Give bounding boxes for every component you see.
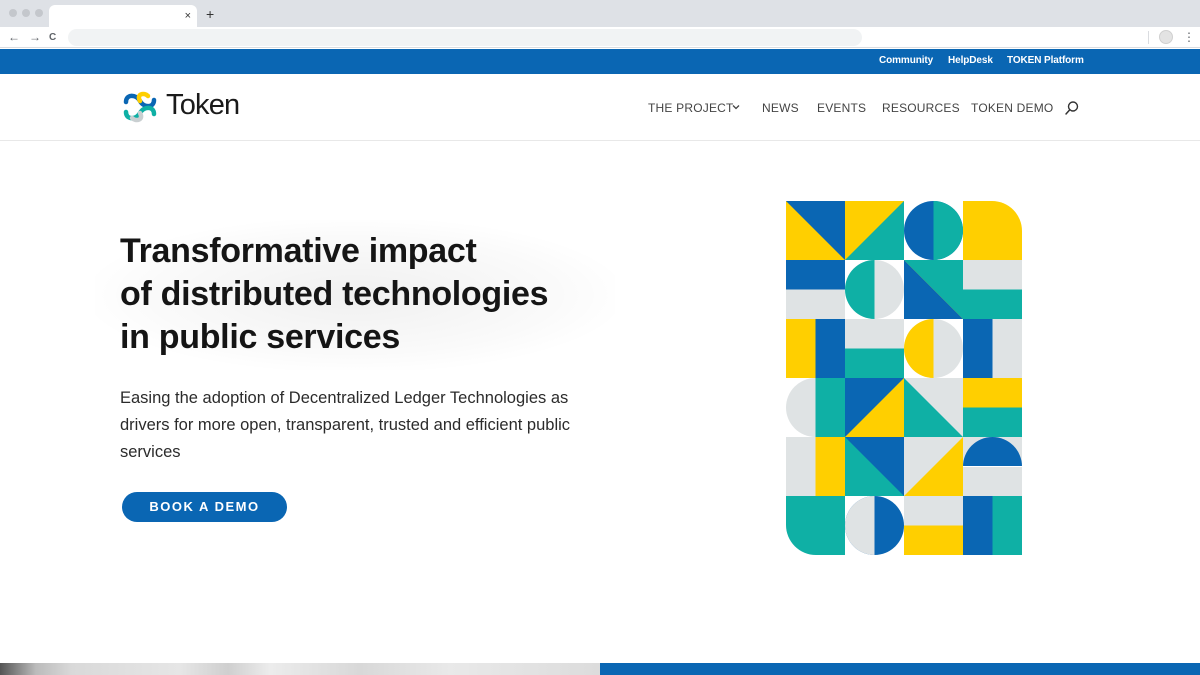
geometric-mosaic-illustration xyxy=(786,201,1022,555)
window-maximize-dot[interactable] xyxy=(35,9,43,17)
browser-tab[interactable]: × xyxy=(49,5,197,27)
reload-icon[interactable]: C xyxy=(49,31,56,45)
window-minimize-dot[interactable] xyxy=(22,9,30,17)
nav-the-project[interactable]: THE PROJECT xyxy=(648,101,734,115)
nav-resources[interactable]: RESOURCES xyxy=(882,101,960,115)
nav-news[interactable]: NEWS xyxy=(762,101,799,115)
nav-token-demo[interactable]: TOKEN DEMO xyxy=(971,101,1053,115)
chevron-down-icon[interactable] xyxy=(731,102,741,112)
section-photo-preview xyxy=(0,663,600,675)
browser-menu-icon[interactable]: ⋮ xyxy=(1183,29,1195,45)
profile-avatar-icon[interactable] xyxy=(1159,30,1173,44)
toolbar-divider xyxy=(1148,31,1149,44)
browser-tab-strip: × + xyxy=(0,0,1200,27)
hero-subtitle-line: services xyxy=(120,443,181,461)
nav-events[interactable]: EVENTS xyxy=(817,101,866,115)
back-icon[interactable]: ← xyxy=(8,30,20,44)
search-icon[interactable] xyxy=(1064,100,1080,116)
hero-title: Transformative impact of distributed tec… xyxy=(120,230,680,359)
hero-subtitle: Easing the adoption of Decentralized Led… xyxy=(120,385,640,466)
helpdesk-link[interactable]: HelpDesk xyxy=(948,55,993,66)
browser-toolbar: ← → C ⋮ xyxy=(0,27,1200,48)
utility-bar: Community HelpDesk TOKEN Platform xyxy=(0,49,1200,74)
forward-icon[interactable]: → xyxy=(29,30,41,44)
site-header: Token THE PROJECT NEWS EVENTS RESOURCES … xyxy=(0,74,1200,141)
token-logo-icon[interactable] xyxy=(122,90,158,124)
hero-title-line: in public services xyxy=(120,318,400,356)
book-demo-button[interactable]: BOOK A DEMO xyxy=(122,492,287,522)
address-bar[interactable] xyxy=(68,29,862,46)
hero-title-line: of distributed technologies xyxy=(120,275,549,313)
logo-text[interactable]: Token xyxy=(166,89,240,122)
new-tab-icon[interactable]: + xyxy=(206,6,214,22)
window-close-dot[interactable] xyxy=(9,9,17,17)
tab-close-icon[interactable]: × xyxy=(185,8,191,24)
hero-subtitle-line: drivers for more open, transparent, trus… xyxy=(120,416,571,434)
section-blue-panel xyxy=(600,663,1200,675)
community-link[interactable]: Community xyxy=(879,55,933,66)
token-platform-link[interactable]: TOKEN Platform xyxy=(1007,55,1084,66)
hero-title-line: Transformative impact xyxy=(120,232,477,270)
hero-subtitle-line: Easing the adoption of Decentralized Led… xyxy=(120,389,569,407)
